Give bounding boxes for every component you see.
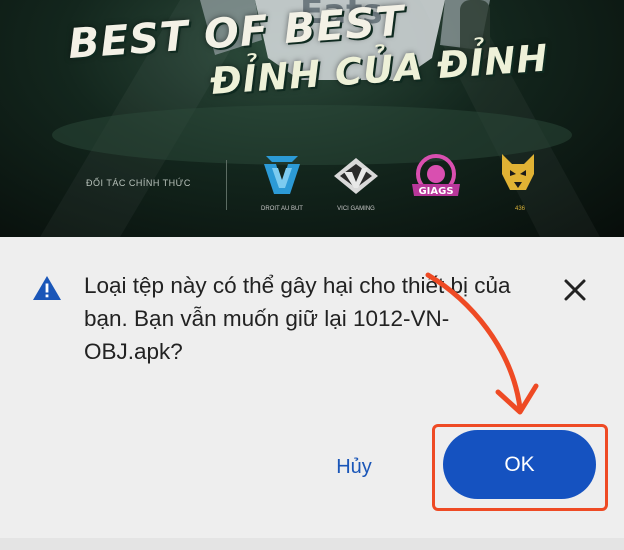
- partner-divider: [226, 160, 227, 210]
- ok-button[interactable]: OK: [443, 430, 596, 499]
- promo-banner[interactable]: Eats BEST OF BEST ĐỈNH CỦA ĐỈNH ĐỐI TÁC …: [0, 0, 624, 237]
- close-icon: [564, 279, 586, 301]
- wolf-logo: 436: [490, 150, 550, 212]
- cancel-button[interactable]: Hủy: [318, 450, 390, 484]
- screen: Eats BEST OF BEST ĐỈNH CỦA ĐỈNH ĐỐI TÁC …: [0, 0, 624, 550]
- marseille-caption: DROIT AU BUT: [261, 206, 303, 212]
- vici-gaming-logo: VICI GAMING: [326, 150, 386, 212]
- bottom-strip: [0, 538, 624, 550]
- vici-gaming-caption: VICI GAMING: [337, 206, 375, 212]
- svg-text:GIAGS: GIAGS: [418, 186, 453, 197]
- warning-icon: [33, 276, 61, 300]
- gaas-logo: GIAGS: [406, 150, 466, 212]
- marseille-logo: DROIT AU BUT: [252, 150, 312, 212]
- close-button[interactable]: [558, 273, 592, 307]
- dialog-message: Loại tệp này có thể gây hại cho thiết bị…: [84, 273, 511, 364]
- partner-label: ĐỐI TÁC CHÍNH THỨC: [86, 178, 191, 188]
- download-warning-dialog: Loại tệp này có thể gây hại cho thiết bị…: [0, 237, 624, 550]
- wolf-caption: 436: [514, 206, 525, 212]
